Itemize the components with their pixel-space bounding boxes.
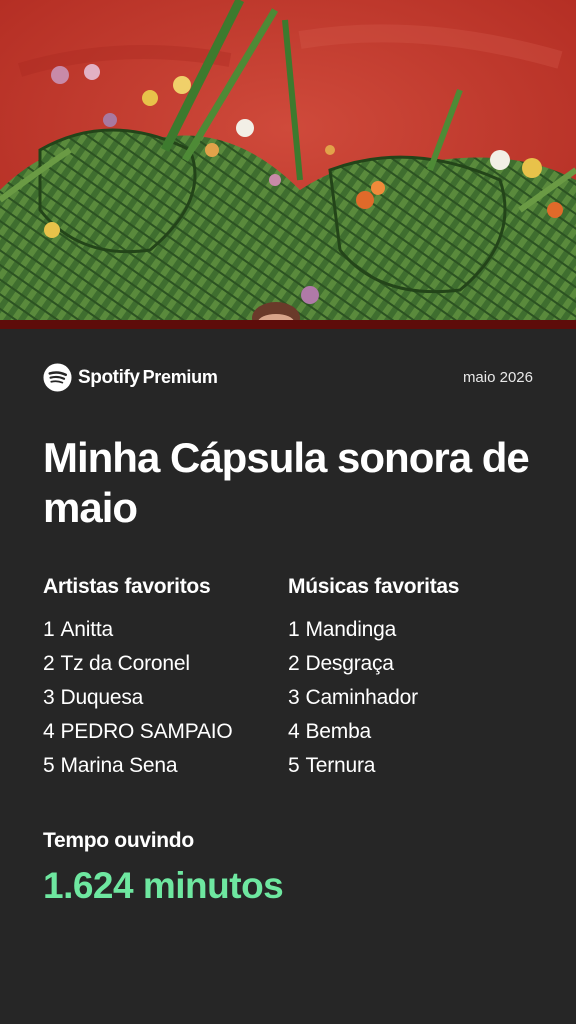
song-rank: 5 — [288, 754, 300, 777]
cover-divider — [0, 320, 576, 329]
song-item: 4 Bemba — [288, 715, 533, 749]
song-rank: 1 — [288, 618, 300, 641]
artist-name: Marina Sena — [60, 754, 178, 777]
artist-name: Duquesa — [60, 686, 144, 709]
artist-rank: 1 — [43, 618, 55, 641]
top-songs-list: 1 Mandinga 2 Desgraça 3 Caminhador 4 Bemba 5… — [288, 613, 533, 783]
artist-rank: 4 — [43, 720, 55, 743]
top-artists-heading: Artistas favoritos — [43, 575, 211, 598]
listening-time-label: Tempo ouvindo — [43, 829, 194, 852]
artist-item: 4 PEDRO SAMPAIO — [43, 715, 288, 749]
artist-name: Anitta — [60, 618, 113, 641]
header-row: Spotify Premium maio 2026 — [43, 363, 533, 393]
song-name: Desgraça — [305, 652, 394, 675]
artist-name: Tz da Coronel — [60, 652, 190, 675]
page-title: Minha Cápsula sonora de maio — [43, 434, 530, 531]
song-rank: 2 — [288, 652, 300, 675]
song-name: Mandinga — [305, 618, 397, 641]
song-name: Bemba — [305, 720, 372, 743]
top-artists-list: 1 Anitta 2 Tz da Coronel 3 Duquesa 4 PEDRO S… — [43, 613, 288, 783]
artist-item: 5 Marina Sena — [43, 749, 288, 783]
cover-illustration — [0, 0, 576, 320]
song-name: Caminhador — [305, 686, 418, 709]
artist-rank: 5 — [43, 754, 55, 777]
song-rank: 3 — [288, 686, 300, 709]
artist-item: 3 Duquesa — [43, 681, 288, 715]
period-label: maio 2026 — [462, 369, 533, 386]
top-songs-heading: Músicas favoritas — [288, 575, 460, 598]
artist-rank: 3 — [43, 686, 55, 709]
listening-time-value: 1.624 minutos — [43, 865, 284, 906]
artist-item: 1 Anitta — [43, 613, 288, 647]
artist-rank: 2 — [43, 652, 55, 675]
cover-art — [0, 0, 576, 320]
top-artists-section: Artistas favoritos 1 Anitta 2 Tz da Corone… — [43, 573, 288, 783]
song-rank: 4 — [288, 720, 300, 743]
spotify-premium-logo: Spotify Premium — [43, 363, 218, 392]
song-item: 1 Mandinga — [288, 613, 533, 647]
artist-name: PEDRO SAMPAIO — [60, 720, 233, 743]
song-item: 2 Desgraça — [288, 647, 533, 681]
song-item: 3 Caminhador — [288, 681, 533, 715]
capsule-panel: Spotify Premium maio 2026 Minha Cápsula … — [0, 329, 576, 1024]
artist-item: 2 Tz da Coronel — [43, 647, 288, 681]
spotify-logo-icon — [43, 363, 72, 392]
brand-name: Spotify — [78, 366, 140, 388]
song-item: 5 Ternura — [288, 749, 533, 783]
brand-tier: Premium — [142, 367, 218, 387]
song-name: Ternura — [305, 754, 376, 777]
top-songs-section: Músicas favoritas 1 Mandinga 2 Desgraça 3C… — [288, 573, 533, 783]
